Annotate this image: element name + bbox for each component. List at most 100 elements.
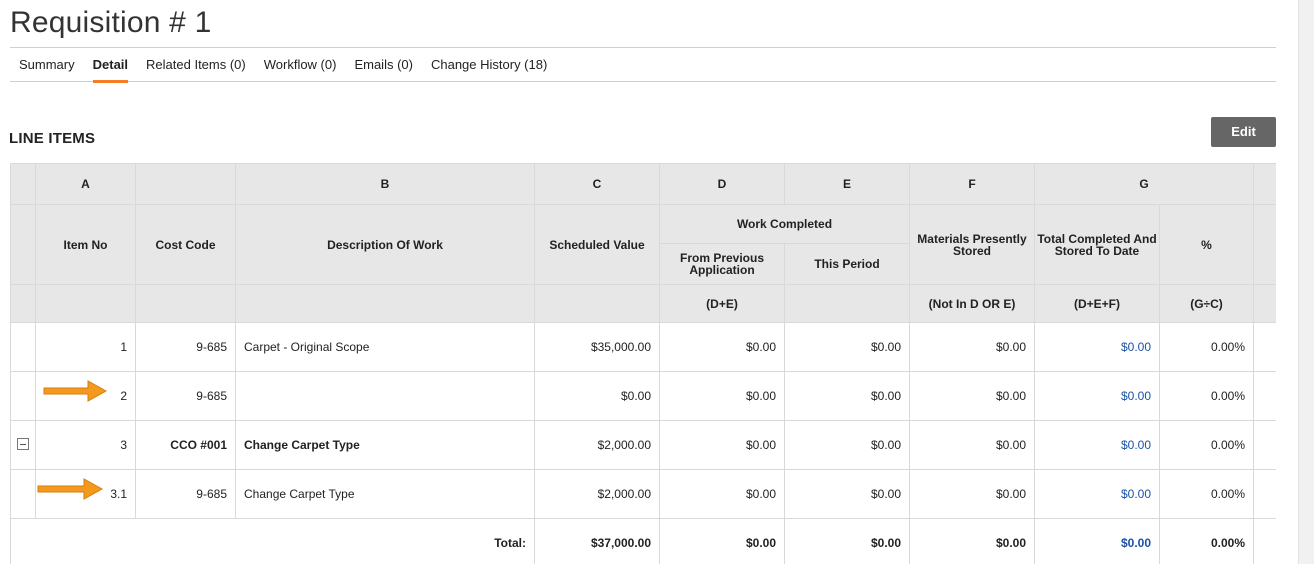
cost-code-cell: 9-685 (135, 322, 236, 372)
col-materials-stored: Materials Presently Stored (909, 204, 1035, 285)
col-percent: % (1159, 204, 1254, 285)
item-no-cell: 1 (35, 322, 136, 372)
formula-percent: (G÷C) (1159, 284, 1254, 323)
tab-related-items[interactable]: Related Items (0) (137, 49, 255, 82)
col-letter-g: G (1034, 163, 1254, 205)
col-item-no: Item No (35, 204, 136, 285)
from-previous-cell: $0.00 (659, 371, 785, 421)
cost-code-cell: 9-685 (135, 371, 236, 421)
table-row: 3.1 9-685 Change Carpet Type $2,000.00 $… (10, 469, 1276, 519)
col-letter-b: B (235, 163, 535, 205)
from-previous-cell: $0.00 (659, 420, 785, 470)
tab-workflow[interactable]: Workflow (0) (255, 49, 346, 82)
scheduled-value-cell: $35,000.00 (534, 322, 660, 372)
cost-code-cell: CCO #001 (135, 420, 236, 470)
total-completed-link[interactable]: $0.00 (1121, 487, 1151, 501)
spacer-cell (1253, 322, 1276, 372)
row-expander-cell (10, 420, 36, 470)
total-materials: $0.00 (909, 518, 1035, 564)
formula-d: (D+E) (659, 284, 785, 323)
table-row: 1 9-685 Carpet - Original Scope $35,000.… (10, 322, 1276, 372)
col-letter-e: E (784, 163, 910, 205)
row-expander-cell (10, 371, 36, 421)
tab-emails[interactable]: Emails (0) (345, 49, 422, 82)
total-percent: 0.00% (1159, 518, 1254, 564)
this-period-cell: $0.00 (784, 371, 910, 421)
formula-spacer-2 (1253, 284, 1276, 323)
header-spacer (10, 163, 36, 205)
total-completed-link[interactable]: $0.00 (1121, 389, 1151, 403)
scheduled-value-cell: $2,000.00 (534, 420, 660, 470)
col-letter-spacer (1253, 163, 1276, 205)
tab-bar: Summary Detail Related Items (0) Workflo… (10, 49, 1276, 83)
percent-cell: 0.00% (1159, 469, 1254, 519)
row-expander-cell (10, 322, 36, 372)
line-items-table: A B C D E F G H Item No Cost Code Descri… (10, 163, 1276, 564)
description-cell: Change Carpet Type (235, 420, 535, 470)
description-cell: Change Carpet Type (235, 469, 535, 519)
totals-label: Total: (10, 518, 535, 564)
formula-e (784, 284, 910, 323)
description-cell (235, 371, 535, 421)
spacer-cell (1253, 469, 1276, 519)
tab-summary[interactable]: Summary (10, 49, 84, 82)
total-this-period: $0.00 (784, 518, 910, 564)
col-work-completed: Work Completed (659, 204, 910, 244)
title-divider (10, 47, 1276, 48)
col-letter-a: A (35, 163, 136, 205)
col-scheduled-value: Scheduled Value (534, 204, 660, 285)
formula-a (35, 284, 136, 323)
scheduled-value-cell: $2,000.00 (534, 469, 660, 519)
formula-f: (Not In D OR E) (909, 284, 1035, 323)
total-scheduled-value: $37,000.00 (534, 518, 660, 564)
percent-cell: 0.00% (1159, 420, 1254, 470)
col-cost-code: Cost Code (135, 204, 236, 285)
this-period-cell: $0.00 (784, 469, 910, 519)
annotation-arrow-icon (43, 380, 108, 402)
description-cell: Carpet - Original Scope (235, 322, 535, 372)
totals-row: Total: $37,000.00 $0.00 $0.00 $0.00 $0.0… (10, 518, 1276, 564)
materials-cell: $0.00 (909, 469, 1035, 519)
this-period-cell: $0.00 (784, 322, 910, 372)
table-row: 2 9-685 $0.00 $0.00 $0.00 $0.00 $0.00 0.… (10, 371, 1276, 421)
materials-cell: $0.00 (909, 371, 1035, 421)
line-items-heading: LINE ITEMS (9, 130, 96, 147)
page-title: Requisition # 1 (10, 6, 212, 39)
total-from-previous: $0.00 (659, 518, 785, 564)
formula-b (235, 284, 535, 323)
col-from-previous: From Previous Application (659, 243, 785, 285)
from-previous-cell: $0.00 (659, 322, 785, 372)
vertical-scrollbar[interactable] (1298, 0, 1314, 564)
col-letter-d: D (659, 163, 785, 205)
tab-change-history[interactable]: Change History (18) (422, 49, 556, 82)
scheduled-value-cell: $0.00 (534, 371, 660, 421)
spacer-cell (1253, 518, 1276, 564)
edit-button[interactable]: Edit (1211, 117, 1276, 147)
col-description: Description Of Work (235, 204, 535, 285)
header-spacer-2 (10, 204, 36, 285)
collapse-toggle-icon[interactable] (17, 437, 29, 450)
percent-cell: 0.00% (1159, 371, 1254, 421)
from-previous-cell: $0.00 (659, 469, 785, 519)
col-letter-c: C (534, 163, 660, 205)
col-spacer-2 (1253, 204, 1276, 285)
col-letter-f: F (909, 163, 1035, 205)
formula-cost (135, 284, 236, 323)
annotation-arrow-icon (37, 478, 104, 500)
materials-cell: $0.00 (909, 420, 1035, 470)
tab-detail[interactable]: Detail (84, 49, 137, 83)
total-completed-link[interactable]: $0.00 (1121, 438, 1151, 452)
spacer-cell (1253, 420, 1276, 470)
table-row: 3 CCO #001 Change Carpet Type $2,000.00 … (10, 420, 1276, 470)
total-completed-link[interactable]: $0.00 (1121, 340, 1151, 354)
percent-cell: 0.00% (1159, 322, 1254, 372)
item-no-cell: 3 (35, 420, 136, 470)
formula-c (534, 284, 660, 323)
spacer-cell (1253, 371, 1276, 421)
col-this-period: This Period (784, 243, 910, 285)
formula-spacer (10, 284, 36, 323)
col-total-completed: Total Completed And Stored To Date (1034, 204, 1160, 285)
cost-code-cell: 9-685 (135, 469, 236, 519)
formula-g: (D+E+F) (1034, 284, 1160, 323)
total-completed-sum-link[interactable]: $0.00 (1121, 536, 1151, 550)
